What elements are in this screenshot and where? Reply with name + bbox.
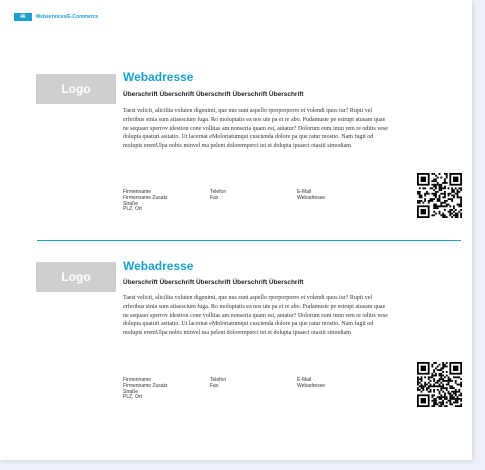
entry-body-text: Taest velicit, alicilita voluten digenim… — [123, 295, 388, 337]
contact-address: Firmenname Firmenname Zusatz Straße PLZ,… — [123, 189, 167, 213]
entry-2: Logo Webadresse Überschrift Überschrift … — [0, 0, 472, 407]
logo-placeholder: Logo — [36, 262, 116, 292]
zip-city: PLZ, Ort — [123, 394, 142, 401]
contact-phone: Telefon Fax — [210, 189, 226, 202]
contact-address: Firmenname Firmenname Zusatz Straße PLZ,… — [123, 377, 167, 401]
web-address[interactable]: Webadresse — [123, 259, 193, 273]
contact-online: E-Mail Webadresse — [297, 377, 325, 390]
contact-online: E-Mail Webadresse — [297, 189, 325, 202]
web-label[interactable]: Webadresse — [297, 195, 325, 202]
document-page: 46 Webservices/E-Commerce Logo Webadress… — [0, 0, 472, 460]
web-label[interactable]: Webadresse — [297, 383, 325, 390]
entry-heading: Überschrift Überschrift Überschrift Über… — [123, 279, 304, 286]
fax-label: Fax — [210, 194, 219, 201]
qr-code-icon — [417, 362, 462, 407]
divider — [37, 240, 461, 241]
fax-label: Fax — [210, 382, 219, 389]
contact-phone: Telefon Fax — [210, 377, 226, 390]
zip-city: PLZ, Ort — [123, 206, 142, 213]
